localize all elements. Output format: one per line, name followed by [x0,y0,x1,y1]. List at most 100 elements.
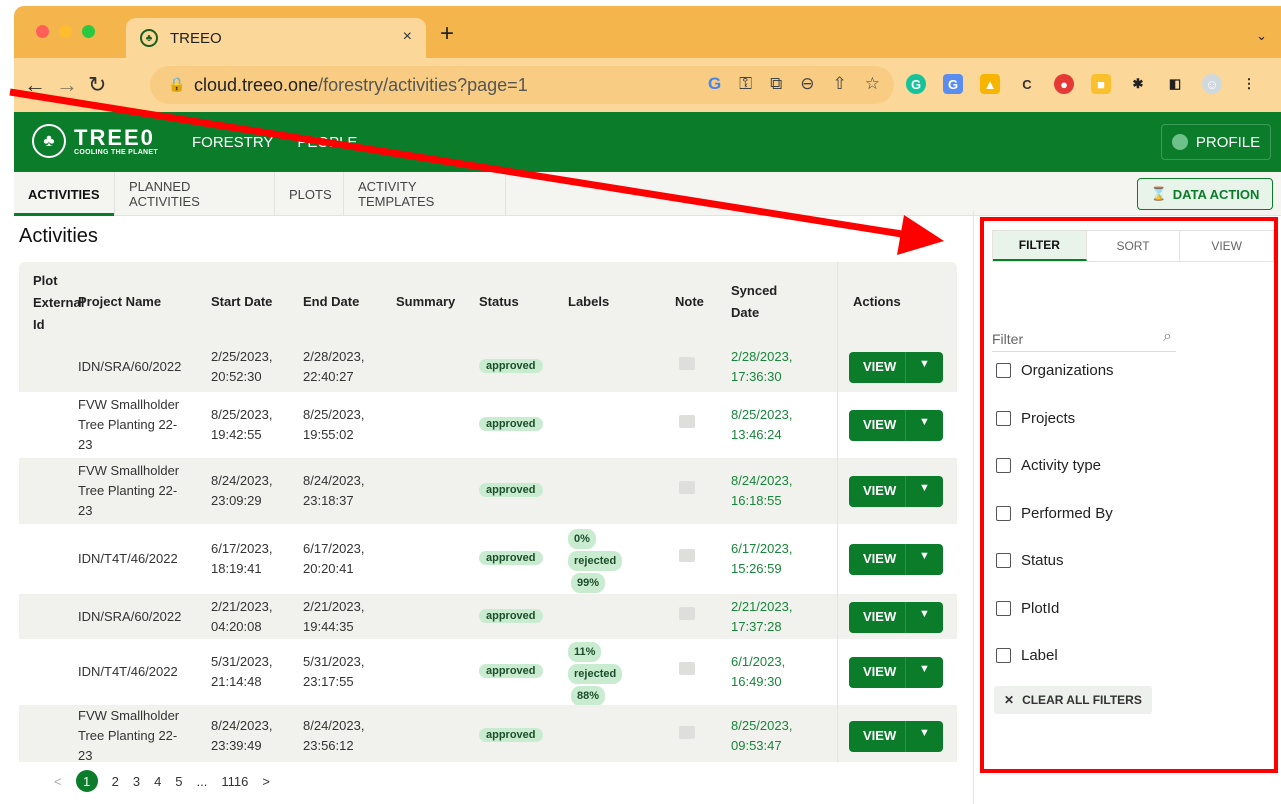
drive-extension-icon[interactable]: ▲ [980,74,1000,94]
browser-tab[interactable]: ♣ TREEO × [126,18,426,58]
col-status[interactable]: Status [479,291,519,313]
page-4-button[interactable]: 4 [154,774,161,789]
cell-synced-date: 8/25/2023, 13:46:24 [731,407,793,442]
note-icon[interactable] [679,726,695,739]
side-panel-divider [973,211,974,804]
view-button-divider [905,601,906,633]
colorpick-extension-icon[interactable]: C [1017,74,1037,94]
view-button[interactable]: VIEW ▼ [849,476,943,507]
label-chip: 11% [568,642,602,662]
back-arrow-icon[interactable]: ← [24,72,46,98]
note-icon[interactable] [679,662,695,675]
reload-icon[interactable]: ↻ [88,72,106,98]
table-row[interactable]: IDN/SRA/60/2022 2/25/2023, 20:52:30 2/28/20… [19,342,957,392]
puzzle-extensions-icon[interactable]: ✱ [1128,74,1148,94]
caret-down-icon[interactable]: ▼ [919,416,930,428]
table-row[interactable]: FVW Smallholder Tree Planting 22- 23 8/24/2… [19,705,957,762]
page-3-button[interactable]: 3 [133,774,140,789]
browser-menu-icon[interactable]: ⋮ [1239,74,1259,94]
tab-search-chevron-icon[interactable]: ⌄ [1256,28,1267,44]
tab-close-icon[interactable]: × [403,28,412,46]
tab-activities[interactable]: ACTIVITIES [14,172,115,216]
translate-extension-icon[interactable]: G [943,74,963,94]
note-icon[interactable] [679,606,695,620]
actions-column-divider [837,262,838,762]
cell-end-date: 5/31/2023, 23:17:55 [303,654,365,689]
caret-down-icon[interactable]: ▼ [919,482,930,494]
table-row[interactable]: FVW Smallholder Tree Planting 22- 23 8/24/2… [19,458,957,524]
label-chip: rejected [568,551,623,571]
grammarly-extension-icon[interactable]: G [906,74,926,94]
cell-start-date: 8/24/2023, 23:09:29 [211,473,273,508]
col-end-date[interactable]: End Date [303,291,359,313]
view-button-divider [905,544,906,575]
view-button[interactable]: VIEW ▼ [849,544,943,575]
page-2-button[interactable]: 2 [112,774,119,789]
table-row[interactable]: IDN/T4T/46/2022 6/17/2023, 18:19:41 6/17/20… [19,524,957,615]
status-badge: approved [479,728,543,742]
view-button[interactable]: VIEW ▼ [849,721,943,752]
minimize-window-button[interactable] [59,25,72,38]
tab-planned-activities[interactable]: PLANNED ACTIVITIES [115,172,275,216]
google-icon[interactable]: G [708,74,721,94]
caret-down-icon[interactable]: ▼ [919,550,930,562]
zoom-icon[interactable]: ⊖ [800,74,814,94]
forward-arrow-icon[interactable]: → [56,72,78,98]
col-synced-date[interactable]: Synced Date [731,280,777,324]
note-icon[interactable] [679,415,695,428]
url-text[interactable]: cloud.treeo.one/forestry/activities?page… [194,75,528,96]
share-icon[interactable]: ⇧ [833,74,847,94]
tab-plots[interactable]: PLOTS [275,172,344,216]
nav-forestry[interactable]: FORESTRY [192,134,273,151]
view-button[interactable]: VIEW ▼ [849,410,943,441]
col-plot-external-id[interactable]: Plot External Id [33,270,84,336]
tab-activity-templates[interactable]: ACTIVITY TEMPLATES [344,172,506,216]
caret-down-icon[interactable]: ▼ [919,608,930,620]
col-actions[interactable]: Actions [853,291,901,313]
view-button[interactable]: VIEW ▼ [849,352,943,383]
col-project-name[interactable]: Project Name [78,291,161,313]
maximize-window-button[interactable] [82,25,95,38]
note-icon[interactable] [679,357,695,370]
address-bar[interactable]: 🔒 cloud.treeo.one/forestry/activities?pa… [150,66,894,104]
pagination-next-button[interactable]: > [262,774,270,789]
table-row[interactable]: IDN/T4T/46/2022 5/31/2023, 21:14:48 5/31/20… [19,639,957,728]
page-last-button[interactable]: 1116 [221,774,248,789]
open-external-icon[interactable]: ⧉ [770,74,782,94]
col-start-date[interactable]: Start Date [211,291,272,313]
sidebar-panel-icon[interactable]: ◧ [1165,74,1185,94]
page-1-button[interactable]: 1 [75,770,98,792]
notes-extension-icon[interactable]: ■ [1091,74,1111,94]
caret-down-icon[interactable]: ▼ [919,727,930,739]
view-button[interactable]: VIEW ▼ [849,601,943,633]
adblock-extension-icon[interactable]: ● [1054,74,1074,94]
table-row[interactable]: FVW Smallholder Tree Planting 22- 23 8/25/2… [19,392,957,458]
col-labels[interactable]: Labels [568,291,609,313]
status-badge: approved [479,417,543,431]
brand-name: TREE0 [74,124,155,150]
key-icon[interactable]: ⚿ [739,74,752,94]
page-5-button[interactable]: 5 [175,774,182,789]
close-window-button[interactable] [36,25,49,38]
view-label: VIEW [863,417,897,432]
note-icon[interactable] [679,481,695,494]
col-summary[interactable]: Summary [396,291,455,313]
brand-tagline: COOLING THE PLANET [74,148,158,156]
caret-down-icon[interactable]: ▼ [919,663,930,675]
nav-people[interactable]: PEOPLE [297,134,357,151]
bookmark-star-icon[interactable]: ☆ [865,74,880,94]
pagination-prev-button[interactable]: < [54,774,62,789]
data-action-button[interactable]: ⌛ DATA ACTION [1137,178,1273,210]
label-chip: rejected [568,664,623,684]
col-note[interactable]: Note [675,291,704,313]
treeo-logo[interactable]: ♣ TREE0 COOLING THE PLANET [32,124,158,158]
table-row[interactable]: IDN/SRA/60/2022 2/21/2023, 04:20:08 2/21/20… [19,594,957,639]
user-avatar-icon[interactable]: ☺ [1202,74,1222,94]
caret-down-icon[interactable]: ▼ [919,358,930,370]
view-label: VIEW [863,664,897,679]
status-badge: approved [479,608,543,623]
new-tab-button[interactable]: + [440,20,454,48]
note-icon[interactable] [679,549,695,562]
profile-button[interactable]: PROFILE [1161,124,1271,160]
view-button[interactable]: VIEW ▼ [849,657,943,688]
